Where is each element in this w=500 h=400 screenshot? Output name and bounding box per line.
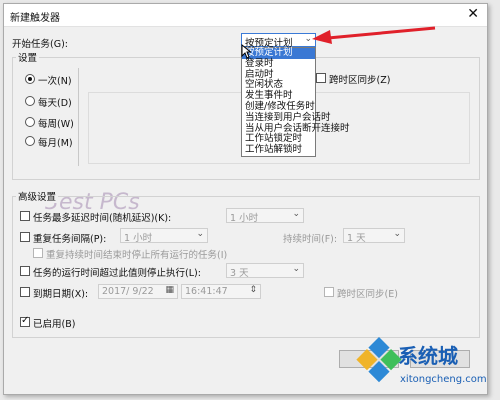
- chevron-down-icon: ⌄: [292, 264, 300, 274]
- sync-timezone-checkbox[interactable]: [316, 73, 326, 83]
- chevron-down-icon: ⌄: [292, 209, 300, 219]
- sync-timezone-label: 跨时区同步(Z): [329, 75, 391, 86]
- close-icon[interactable]: ✕: [467, 7, 479, 21]
- expire-sync-checkbox[interactable]: [324, 287, 334, 297]
- settings-group-title: 设置: [16, 50, 40, 64]
- stop-if-label: 任务的运行时间超过此值则停止执行(L):: [33, 268, 201, 279]
- delay-select[interactable]: 1 小时 ⌄: [226, 208, 304, 224]
- stop-all-checkbox[interactable]: [33, 248, 43, 258]
- chevron-down-icon: ⌄: [393, 229, 401, 239]
- calendar-icon: ▦: [165, 285, 174, 295]
- delay-value: 1 小时: [230, 213, 259, 224]
- dialog-title: 新建触发器: [10, 13, 60, 24]
- settings-divider: [78, 68, 79, 166]
- enabled-checkbox[interactable]: [20, 315, 30, 327]
- enabled-label: 已启用(B): [33, 319, 76, 330]
- expire-date-value: 2017/ 9/22: [102, 286, 154, 297]
- red-arrow-annotation-icon: [312, 26, 436, 44]
- expire-time-picker[interactable]: 16:41:47 ⇕: [181, 284, 261, 299]
- expire-checkbox[interactable]: [20, 287, 30, 297]
- dropdown-option[interactable]: 工作站解锁时: [242, 144, 315, 156]
- radio-weekly[interactable]: [25, 117, 35, 127]
- chevron-down-icon: ⌄: [196, 229, 204, 239]
- watermark-url: xitongcheng.com: [400, 374, 487, 385]
- repeat-checkbox[interactable]: [20, 232, 30, 242]
- radio-monthly-label: 每月(M): [38, 138, 73, 149]
- site-watermark: 系统城 xitongcheng.com: [356, 336, 500, 400]
- expire-date-picker[interactable]: 2017/ 9/22 ▦: [98, 284, 178, 299]
- watermark-brand: 系统城: [398, 344, 458, 368]
- radio-once[interactable]: [25, 74, 35, 84]
- duration-label: 持续时间(F):: [283, 234, 338, 245]
- expire-time-value: 16:41:47: [185, 286, 228, 297]
- spinner-icon: ⇕: [249, 285, 257, 295]
- stop-if-checkbox[interactable]: [20, 266, 30, 276]
- stop-if-select[interactable]: 3 天 ⌄: [226, 263, 304, 279]
- stop-if-value: 3 天: [230, 268, 249, 279]
- expire-label: 到期日期(X):: [33, 289, 89, 300]
- start-task-dropdown-list[interactable]: 按预定计划 登录时 启动时 空闲状态 发生事件时 创建/修改任务时 当连接到用户…: [241, 47, 350, 157]
- duration-value: 1 天: [347, 233, 366, 244]
- repeat-select[interactable]: 1 小时 ⌄: [120, 228, 208, 244]
- start-task-select[interactable]: 按预定计划 ⌄: [241, 33, 316, 49]
- watermark-logo-icon: [355, 336, 403, 385]
- radio-daily-label: 每天(D): [38, 98, 72, 109]
- delay-label: 任务最多延迟时间(随机延迟)(K):: [33, 213, 172, 224]
- expire-sync-label: 跨时区同步(E): [337, 289, 398, 300]
- repeat-value: 1 小时: [124, 233, 153, 244]
- advanced-settings-title: 高级设置: [16, 189, 59, 203]
- radio-monthly[interactable]: [25, 136, 35, 146]
- mouse-cursor-icon: [241, 44, 251, 59]
- delay-checkbox[interactable]: [20, 211, 30, 221]
- dropdown-option[interactable]: 当连接到用户会话时: [242, 112, 331, 124]
- dropdown-option[interactable]: 登录时: [242, 58, 315, 70]
- radio-weekly-label: 每周(W): [38, 119, 74, 130]
- start-task-label: 开始任务(G):: [12, 39, 68, 50]
- radio-once-label: 一次(N): [38, 76, 72, 87]
- duration-select[interactable]: 1 天 ⌄: [343, 228, 405, 244]
- stop-all-label: 重复持续时间结束时停止所有运行的任务(I): [46, 250, 228, 261]
- radio-daily[interactable]: [25, 96, 35, 106]
- repeat-label: 重复任务间隔(P):: [33, 234, 107, 245]
